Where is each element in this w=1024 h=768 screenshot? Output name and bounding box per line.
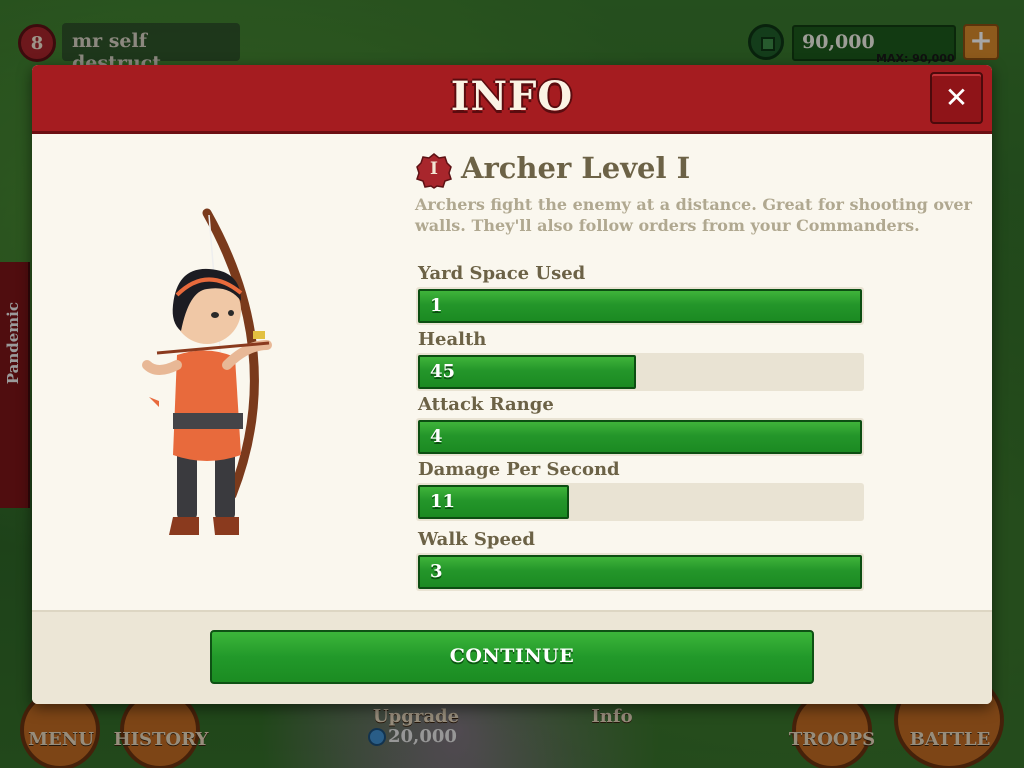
- stat-label: Health: [418, 329, 487, 350]
- archer-leg-left: [177, 450, 197, 520]
- close-button[interactable]: ✕: [930, 72, 983, 124]
- stat-value: 45: [430, 361, 456, 382]
- modal-header: INFO ✕: [32, 65, 992, 134]
- modal-title: INFO: [450, 73, 574, 120]
- bow-grip: [253, 331, 265, 339]
- archer-portrait: [142, 208, 272, 535]
- stat-value: 1: [430, 295, 443, 316]
- close-icon: ✕: [944, 81, 969, 114]
- info-modal: INFO ✕ I Archer Level I Archers fight th…: [32, 65, 992, 704]
- stat-label: Yard Space Used: [418, 263, 586, 284]
- stat-bar: 1: [416, 287, 864, 325]
- archer-belt: [173, 413, 243, 429]
- stat-bar: 3: [416, 553, 864, 591]
- stat-value: 11: [430, 491, 456, 512]
- stat-value: 4: [430, 426, 443, 447]
- level-badge-value: I: [430, 159, 438, 179]
- stat-fill: 4: [418, 420, 862, 454]
- continue-button[interactable]: CONTINUE: [210, 630, 814, 684]
- archer-leg-right: [215, 450, 235, 520]
- archer-arm-right: [222, 340, 272, 370]
- stat-label: Walk Speed: [418, 529, 535, 550]
- stat-fill: 11: [418, 485, 569, 519]
- stat-label: Damage Per Second: [418, 459, 620, 480]
- stat-label: Attack Range: [418, 394, 554, 415]
- archer-boot-left: [169, 517, 199, 535]
- stat-bar: 11: [416, 483, 864, 521]
- stat-fill: 1: [418, 289, 862, 323]
- stat-bar: 4: [416, 418, 864, 456]
- unit-description: Archers fight the enemy at a distance. G…: [415, 195, 972, 235]
- stat-value: 3: [430, 561, 443, 582]
- archer-boot-right: [213, 517, 239, 535]
- unit-title: Archer Level I: [461, 151, 691, 185]
- stat-bar: 45: [416, 353, 864, 391]
- archer-arm-left: [142, 360, 182, 375]
- stat-fill: 45: [418, 355, 636, 389]
- stat-fill: 3: [418, 555, 862, 589]
